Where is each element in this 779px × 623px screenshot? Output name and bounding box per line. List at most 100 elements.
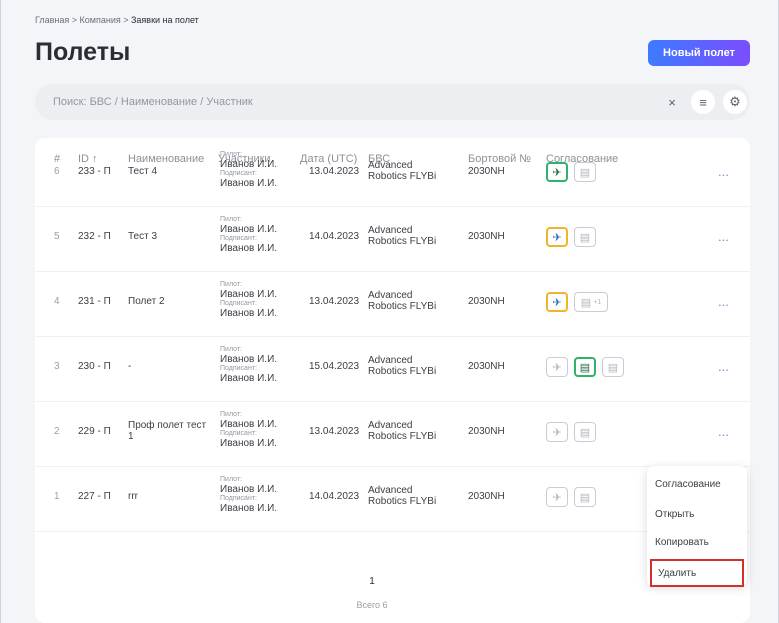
signer-name: Иванов И.И. <box>220 373 278 384</box>
bbc-model: Advanced Robotics FLYBi <box>368 485 436 507</box>
pilot-label: Пилот: <box>220 346 242 353</box>
flight-name[interactable]: Тест 3 <box>128 231 157 242</box>
pilot-name: Иванов И.И. <box>220 159 278 170</box>
new-flight-button[interactable]: Новый полет <box>648 40 750 66</box>
menu-item-open[interactable]: Открыть <box>647 500 747 528</box>
breadcrumb-current: Заявки на полет <box>130 15 199 25</box>
row-divider <box>35 271 750 272</box>
approval-status: ✈ ▤ <box>546 227 596 247</box>
approval-status: ✈ ▤ +1 <box>546 292 608 312</box>
plane-icon[interactable]: ✈ <box>546 357 568 377</box>
bbc-line-1: Advanced <box>368 290 413 301</box>
menu-item-delete[interactable]: Удалить <box>650 559 744 587</box>
filter-icon[interactable]: ≡ <box>691 90 715 114</box>
bbc-line-1: Advanced <box>368 485 413 496</box>
approval-status: ✈ ▤ <box>546 162 596 182</box>
col-header-name[interactable]: Наименование <box>128 153 204 165</box>
participants: Пилот: Иванов И.И. Подписант: Иванов И.И… <box>220 151 277 189</box>
clear-icon[interactable]: × <box>660 90 684 114</box>
pilot-name: Иванов И.И. <box>220 289 278 300</box>
participants: Пилот: Иванов И.И. Подписант: Иванов И.И… <box>220 216 277 254</box>
more-actions-button[interactable]: ... <box>718 164 729 179</box>
document-icon[interactable]: ▤ <box>574 357 596 377</box>
pilot-label: Пилот: <box>220 476 242 483</box>
breadcrumb-company[interactable]: Компания <box>80 15 121 25</box>
flight-name[interactable]: rrr <box>128 491 138 502</box>
plane-icon[interactable]: ✈ <box>546 162 568 182</box>
search-input[interactable] <box>53 84 613 120</box>
participants: Пилот: Иванов И.И. Подписант: Иванов И.И… <box>220 281 277 319</box>
col-header-board-number[interactable]: Бортовой № <box>468 153 531 165</box>
breadcrumb-separator: > <box>120 15 131 25</box>
flight-id[interactable]: 227 - П <box>78 491 111 502</box>
bbc-line-1: Advanced <box>368 225 413 236</box>
flight-date: 13.04.2023 <box>309 296 360 307</box>
row-number: 2 <box>54 426 60 437</box>
col-header-number: # <box>54 153 61 165</box>
row-number: 3 <box>54 361 60 372</box>
bbc-line-2: Robotics FLYBi <box>368 496 437 507</box>
flight-id[interactable]: 229 - П <box>78 426 111 437</box>
document-icon[interactable]: ▤ <box>574 227 596 247</box>
row-divider <box>35 401 750 402</box>
more-actions-button[interactable]: ... <box>718 424 729 439</box>
row-actions-menu: Согласование Открыть Копировать Удалить <box>647 466 747 587</box>
breadcrumb-home[interactable]: Главная <box>35 15 69 25</box>
signer-name: Иванов И.И. <box>220 438 278 449</box>
flight-name[interactable]: Проф полет тест 1 <box>128 420 206 442</box>
page-title: Полеты <box>35 38 131 66</box>
signer-name: Иванов И.И. <box>220 308 278 319</box>
pilot-label: Пилот: <box>220 411 242 418</box>
row-number: 4 <box>54 296 60 307</box>
participants: Пилот: Иванов И.И. Подписант: Иванов И.И… <box>220 346 277 384</box>
bbc-model: Advanced Robotics FLYBi <box>368 160 436 182</box>
document-icon[interactable]: ▤ <box>574 422 596 442</box>
menu-item-copy[interactable]: Копировать <box>647 528 747 556</box>
row-number: 1 <box>54 491 60 502</box>
flight-date: 13.04.2023 <box>309 166 360 177</box>
bbc-line-1: Advanced <box>368 420 413 431</box>
bbc-line-2: Robotics FLYBi <box>368 366 437 377</box>
plane-icon[interactable]: ✈ <box>546 422 568 442</box>
pagination-total: Всего 6 <box>356 600 388 610</box>
row-number: 5 <box>54 231 60 242</box>
gear-icon[interactable]: ⚙ <box>723 90 747 114</box>
board-number: 2030NH <box>468 491 505 502</box>
plane-icon[interactable]: ✈ <box>546 487 568 507</box>
board-number: 2030NH <box>468 361 505 372</box>
bbc-model: Advanced Robotics FLYBi <box>368 225 436 247</box>
flight-name[interactable]: Тест 4 <box>128 166 157 177</box>
menu-item-approval[interactable]: Согласование <box>647 470 747 498</box>
flight-id[interactable]: 232 - П <box>78 231 111 242</box>
more-actions-button[interactable]: ... <box>718 229 729 244</box>
flight-date: 13.04.2023 <box>309 426 360 437</box>
document-icon[interactable]: ▤ <box>602 357 624 377</box>
more-actions-button[interactable]: ... <box>718 294 729 309</box>
bbc-line-2: Robotics FLYBi <box>368 236 437 247</box>
plane-icon[interactable]: ✈ <box>546 227 568 247</box>
bbc-line-1: Advanced <box>368 355 413 366</box>
more-actions-button[interactable]: ... <box>718 359 729 374</box>
pagination-page[interactable]: 1 <box>360 576 384 587</box>
participants: Пилот: Иванов И.И. Подписант: Иванов И.И… <box>220 411 277 449</box>
bbc-line-1: Advanced <box>368 160 413 171</box>
flight-id[interactable]: 230 - П <box>78 361 111 372</box>
plane-icon[interactable]: ✈ <box>546 292 568 312</box>
approval-status: ✈ ▤ ▤ <box>546 357 624 377</box>
extra-count-badge: +1 <box>593 298 602 306</box>
breadcrumb-separator: > <box>69 15 80 25</box>
col-header-date[interactable]: Дата (UTC) <box>300 153 357 165</box>
flight-id[interactable]: 233 - П <box>78 166 111 177</box>
document-icon[interactable]: ▤ <box>574 162 596 182</box>
flight-name-line-1: Проф полет тест <box>128 420 207 431</box>
signer-label: Подписант: <box>220 170 257 177</box>
row-divider <box>35 336 750 337</box>
col-header-id[interactable]: ID ↑ <box>78 153 98 165</box>
flight-name[interactable]: Полет 2 <box>128 296 165 307</box>
flight-name[interactable]: - <box>128 361 131 372</box>
flight-id[interactable]: 231 - П <box>78 296 111 307</box>
participants: Пилот: Иванов И.И. Подписант: Иванов И.И… <box>220 476 277 514</box>
breadcrumb: Главная > Компания > Заявки на полет <box>35 15 199 25</box>
document-icon[interactable]: ▤ +1 <box>574 292 608 312</box>
document-icon[interactable]: ▤ <box>574 487 596 507</box>
